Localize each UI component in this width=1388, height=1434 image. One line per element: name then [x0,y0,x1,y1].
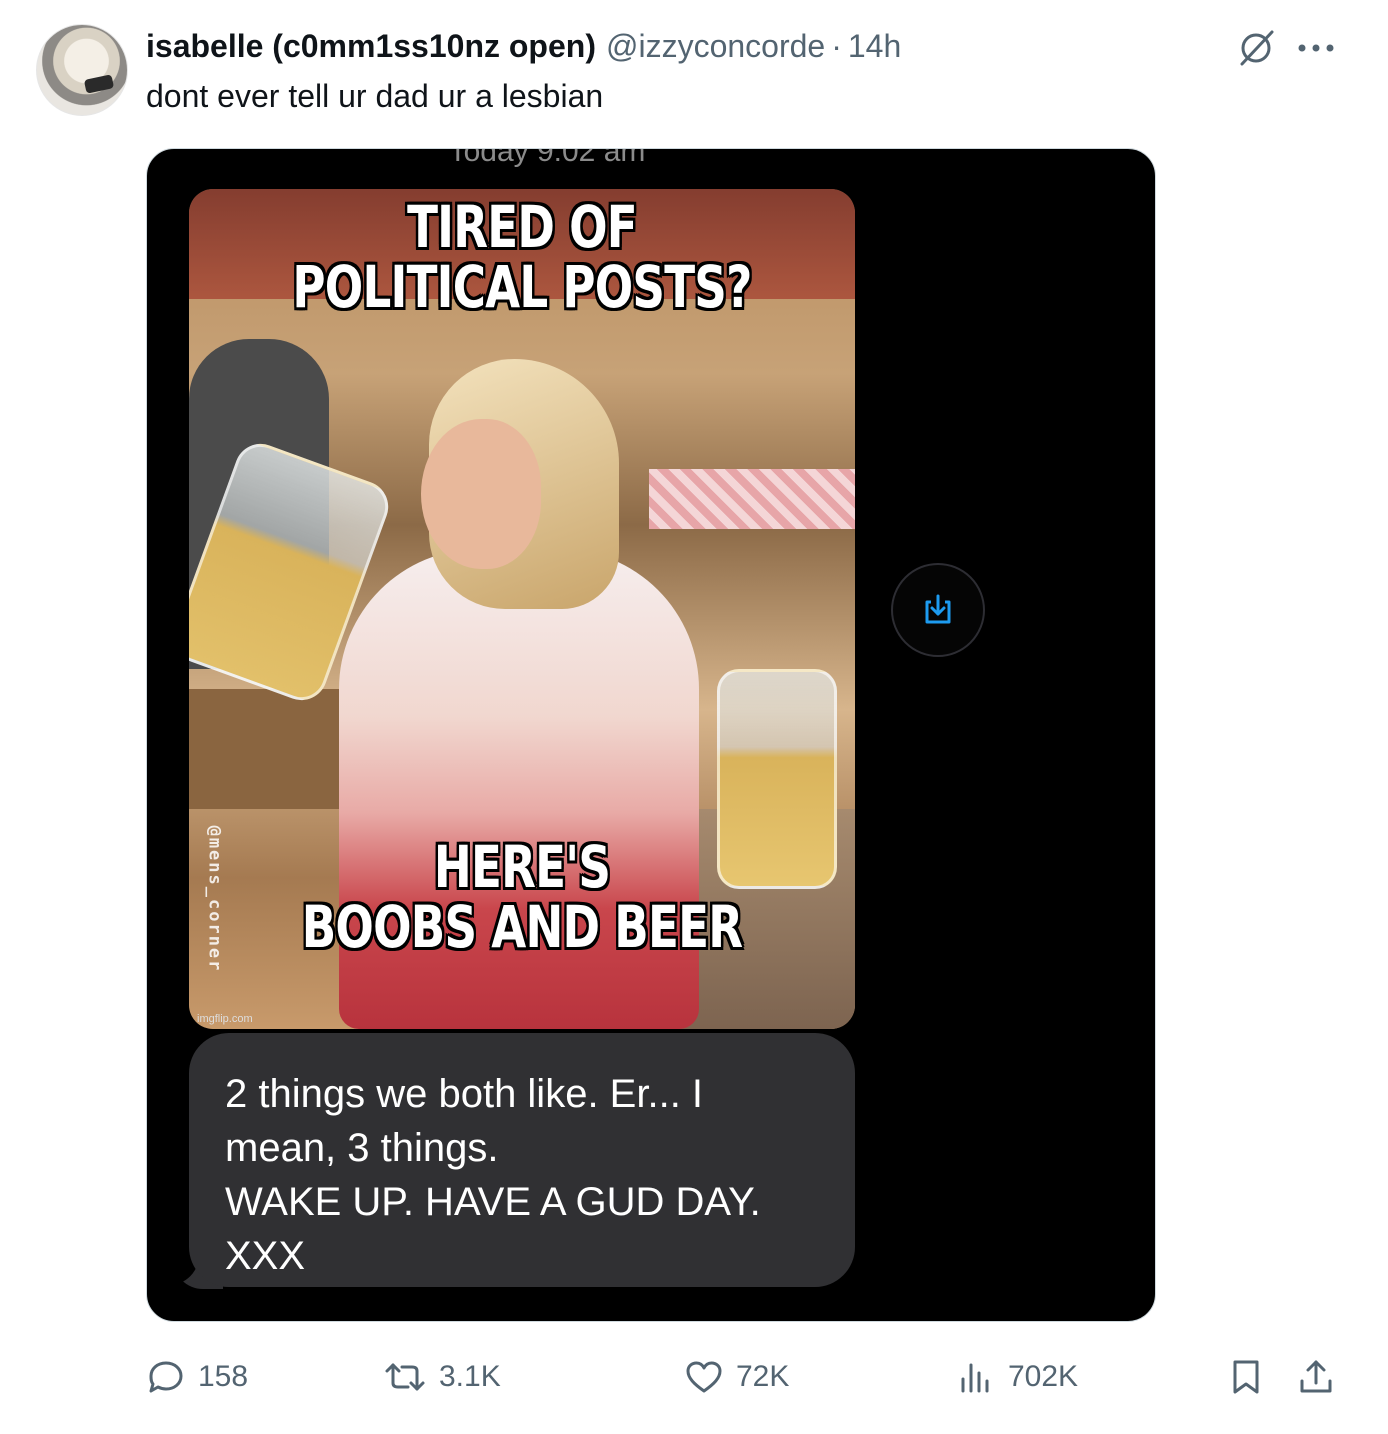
heart-icon [686,1361,722,1393]
meme-image[interactable]: TIRED OF POLITICAL POSTS? HERE'S BOOBS A… [189,189,855,1029]
repost-count: 3.1K [439,1360,501,1393]
meme-caption-bottom: HERE'S BOOBS AND BEER [262,837,781,957]
reply-button[interactable]: 158 [146,1352,248,1402]
meme-caption-top: TIRED OF POLITICAL POSTS? [262,197,781,317]
reply-count: 158 [198,1360,249,1393]
grok-icon[interactable] [1236,28,1276,68]
share-icon [1300,1360,1332,1393]
timestamp[interactable]: 14h [848,28,901,65]
more-icon[interactable] [1294,30,1338,66]
message-line: mean, 3 things. [225,1126,499,1170]
views-button[interactable]: 702K [956,1352,1078,1402]
message-line: 2 things we both like. Er... I [225,1072,704,1116]
like-count: 72K [736,1360,790,1393]
caption-bottom-line-2: BOOBS AND BEER [301,893,743,961]
download-icon [925,594,951,624]
repost-icon [385,1363,425,1391]
tweet-header: isabelle (c0mm1ss10nz open) @izzyconcord… [146,28,901,68]
separator: · [831,28,842,64]
tweet-media[interactable]: Today 9:02 am TIRED OF POLITICAL POSTS? … [146,148,1156,1322]
meme-source: imgflip.com [197,1013,253,1025]
tweet-text: dont ever tell ur dad ur a lesbian [146,78,604,114]
meme-face [421,419,541,569]
avatar[interactable] [36,24,128,116]
message-line: WAKE UP. HAVE A GUD DAY. [225,1180,761,1224]
meme-table [649,469,855,529]
caption-top-line-2: POLITICAL POSTS? [292,253,752,321]
views-icon [961,1363,989,1393]
meme-watermark: @mens_corner [204,825,225,973]
bookmark-icon [1233,1360,1259,1394]
views-count: 702K [1008,1360,1079,1393]
message-bubble: 2 things we both like. Er... I mean, 3 t… [189,1033,855,1287]
tweet-actions: 158 3.1K 72K 702K [146,1352,1346,1402]
message-timestamp: Today 9:02 am [448,148,646,168]
caption-bottom-line-1: HERE'S [433,833,611,901]
caption-top-line-1: TIRED OF [407,193,638,261]
display-name[interactable]: isabelle (c0mm1ss10nz open) [146,28,596,65]
message-line: XXX [225,1234,306,1278]
repost-button[interactable]: 3.1K [383,1352,501,1402]
bookmark-button[interactable] [1226,1352,1278,1402]
like-button[interactable]: 72K [684,1352,789,1402]
share-button[interactable] [1296,1352,1348,1402]
reply-icon [149,1361,183,1393]
user-handle[interactable]: @izzyconcorde [606,28,825,65]
save-image-button[interactable] [891,563,985,657]
